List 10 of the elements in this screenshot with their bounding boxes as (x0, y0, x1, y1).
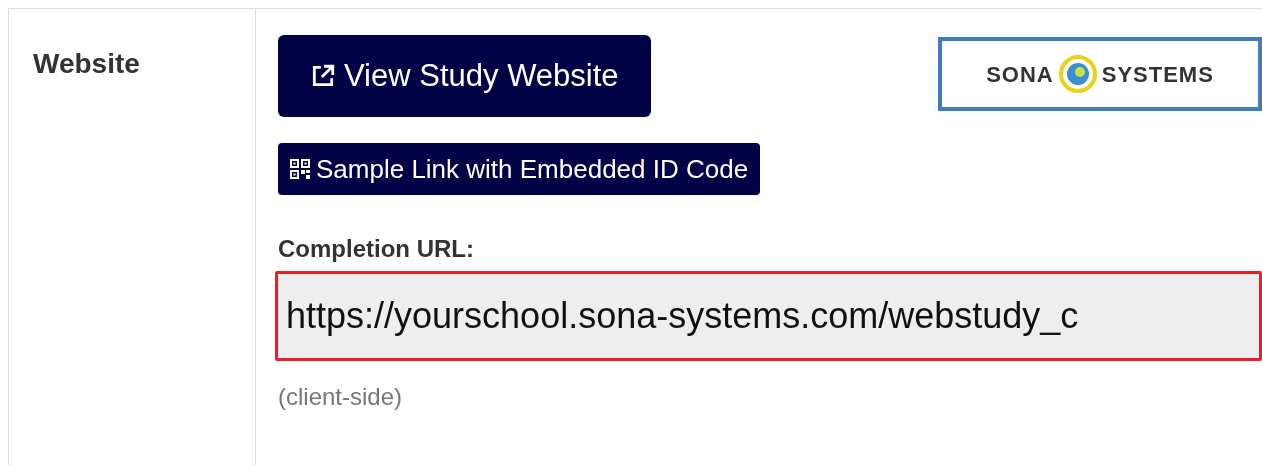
completion-url-label: Completion URL: (278, 235, 474, 262)
logo: SONA SYSTEMS (938, 37, 1262, 111)
swirl-icon (1057, 54, 1098, 94)
url-field[interactable]: https://yourschool.sona-systems.com/webstudy_c (275, 271, 1262, 361)
qr-code-icon (290, 159, 310, 179)
row-label: Website (33, 48, 140, 79)
external-link-icon (310, 63, 336, 89)
sample-link-button[interactable]: Sample Link with Embedded ID Code (278, 143, 761, 195)
client-side-note: (client-side) (278, 383, 403, 410)
view-website-button[interactable]: View Study Website (278, 35, 651, 117)
